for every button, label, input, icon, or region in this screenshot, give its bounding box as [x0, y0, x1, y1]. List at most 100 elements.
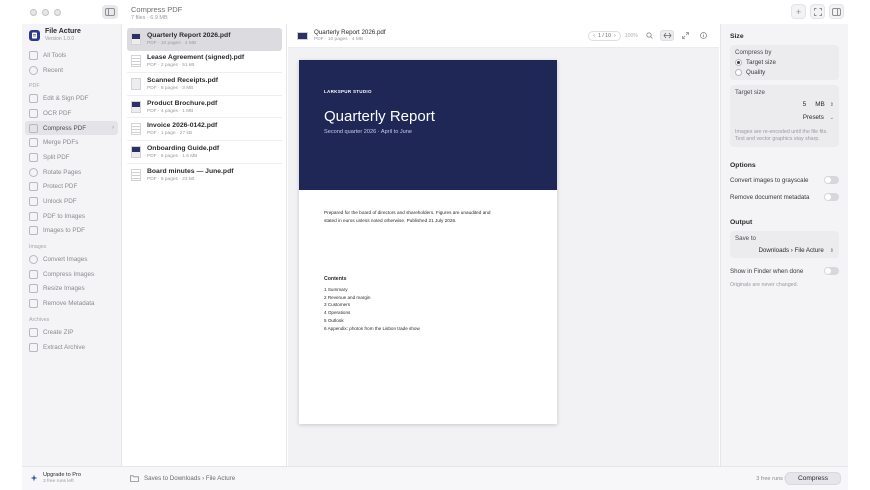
plus-icon: + [795, 6, 802, 17]
chevron-right-icon: › [112, 125, 114, 132]
previous-page-button[interactable]: ‹ [593, 33, 595, 39]
sidebar-item-label: Unlock PDF [43, 198, 77, 206]
scan-icon [813, 7, 822, 16]
sidebar-item-unlock-pdf[interactable]: Unlock PDF [22, 194, 121, 209]
info-button[interactable] [696, 30, 710, 41]
sidebar-item-recent[interactable]: Recent [22, 63, 121, 78]
sidebar-section-pdf: PDF [29, 83, 40, 90]
output-hint: Originals are never changed. [730, 282, 799, 288]
compress-image-icon [29, 269, 38, 279]
app-name: File Acture [45, 28, 81, 35]
radio-label: Quality [746, 69, 766, 76]
target-size-input[interactable]: 5 [803, 101, 807, 108]
file-row[interactable]: Board minutes — June.pdf PDF · 6 pages · … [127, 164, 282, 187]
compress-by-label: Compress by [735, 49, 772, 56]
title-bar: Compress PDF 7 files · 6.9 MB + [0, 0, 870, 24]
file-name: Product Brochure.pdf [147, 99, 218, 107]
zoom-button[interactable] [642, 30, 656, 41]
window-toolbar: + [791, 4, 844, 19]
presets-dropdown[interactable]: Presets [803, 114, 824, 121]
file-name: Onboarding Guide.pdf [147, 144, 220, 152]
chevron-down-icon[interactable]: ⌄ [830, 115, 834, 121]
file-row[interactable]: Onboarding Guide.pdf PDF · 5 pages · 1.6 … [127, 141, 282, 164]
save-to-dropdown[interactable]: Downloads › File Acture [758, 247, 823, 254]
file-row[interactable]: Scanned Receipts.pdf PDF · 8 pages · 3 MB [127, 73, 282, 96]
sidebar-item-compress-pdf[interactable]: Compress PDF › [25, 120, 118, 136]
sidebar-item-create-zip[interactable]: Create ZIP [22, 325, 121, 340]
add-files-button[interactable]: + [791, 4, 806, 19]
next-page-button[interactable]: › [614, 33, 616, 39]
radio-label: Target size [746, 59, 776, 66]
sidebar-toggle-button[interactable] [102, 5, 118, 19]
zoom-window-button[interactable] [54, 9, 61, 16]
sidebar-item-label: Create ZIP [43, 328, 74, 336]
file-name: Quarterly Report 2026.pdf [147, 32, 231, 40]
show-finder-label: Show in Finder when done [730, 267, 804, 275]
sidebar-item-extract-archive[interactable]: Extract Archive [22, 340, 121, 355]
save-to-row: Downloads › File Acture ⇕ [735, 247, 834, 254]
document-studio: LARKSPUR STUDIO [324, 89, 372, 94]
sidebar-item-rotate-pages[interactable]: Rotate Pages [22, 165, 121, 180]
radio-quality[interactable]: Quality [735, 69, 834, 76]
sidebar-section-images: Images [29, 244, 47, 251]
sidebar-item-images-to-pdf[interactable]: Images to PDF [22, 224, 121, 239]
sidebar-item-merge-pdfs[interactable]: Merge PDFs [22, 135, 121, 150]
rotate-icon [29, 167, 38, 177]
saves-to-link[interactable]: Saves to Downloads › File Acture [130, 475, 235, 482]
compress-icon [29, 123, 38, 133]
preview-file-name: Quarterly Report 2026.pdf [314, 29, 386, 36]
compare-icon [662, 32, 672, 39]
show-finder-option: Show in Finder when done [730, 264, 839, 278]
stepper-icon[interactable]: ⇕ [830, 248, 834, 254]
clock-icon [29, 65, 38, 75]
file-meta: PDF · 5 pages · 1.6 MB [147, 153, 198, 159]
lock-icon [29, 182, 38, 192]
file-row[interactable]: Invoice 2026-0142.pdf PDF · 1 page · 27 k… [127, 118, 282, 141]
grayscale-toggle[interactable] [824, 176, 839, 184]
document-title: Quarterly Report [324, 108, 435, 125]
sidebar-item-remove-metadata[interactable]: Remove Metadata [22, 296, 121, 311]
close-window-button[interactable] [30, 9, 37, 16]
bottom-bar: Upgrade to Pro 3 free runs left Saves to… [22, 466, 848, 490]
inspector-toggle-button[interactable] [829, 4, 844, 19]
file-thumbnail [131, 100, 141, 113]
compress-button[interactable]: Compress [785, 472, 841, 485]
sidebar-item-edit-sign-pdf[interactable]: Edit & Sign PDF [22, 91, 121, 106]
metadata-toggle[interactable] [824, 193, 839, 201]
sidebar-item-protect-pdf[interactable]: Protect PDF [22, 180, 121, 195]
save-to-label: Save to [735, 235, 756, 242]
merge-icon [29, 138, 38, 148]
sidebar-item-ocr-pdf[interactable]: OCR PDF [22, 106, 121, 121]
target-size-unit[interactable]: MB [815, 101, 825, 108]
file-row[interactable]: Quarterly Report 2026.pdf PDF · 10 pages … [127, 28, 282, 51]
file-row[interactable]: Product Brochure.pdf PDF · 4 pages · 1 MB [127, 96, 282, 119]
app-logo [29, 29, 40, 41]
compare-toggle-button[interactable] [660, 30, 674, 41]
sidebar-item-resize-images[interactable]: Resize Images [22, 282, 121, 297]
sidebar-item-split-pdf[interactable]: Split PDF [22, 150, 121, 165]
scan-button[interactable] [810, 4, 825, 19]
sidebar-item-label: Rotate Pages [43, 168, 82, 176]
app-version: Version 1.0.0 [45, 36, 75, 42]
image-icon [29, 211, 38, 221]
sidebar-item-label: Recent [43, 66, 63, 74]
sidebar-item-label: Resize Images [43, 285, 85, 293]
sidebar-item-all-tools[interactable]: All Tools [22, 48, 121, 63]
sparkle-icon [30, 474, 38, 482]
fit-page-button[interactable] [678, 30, 692, 41]
document-cover: LARKSPUR STUDIO Quarterly Report Second … [299, 60, 557, 190]
sidebar-item-label: Extract Archive [43, 343, 85, 351]
minimize-window-button[interactable] [42, 9, 49, 16]
size-hint: Images are re-encoded until the file fit… [735, 129, 828, 142]
sidebar-item-convert-images[interactable]: Convert Images [22, 252, 121, 267]
radio-target-size[interactable]: Target size [735, 59, 834, 66]
file-row[interactable]: Lease Agreement (signed).pdf PDF · 2 page… [127, 51, 282, 74]
show-finder-toggle[interactable] [824, 267, 839, 275]
file-meta: PDF · 6 pages · 23 kB [147, 176, 195, 182]
sidebar-item-compress-images[interactable]: Compress Images [22, 267, 121, 282]
sidebar-item-pdf-to-images[interactable]: PDF to Images [22, 209, 121, 224]
file-meta: PDF · 4 pages · 1 MB [147, 108, 194, 114]
unit-stepper-icon[interactable]: ⇕ [830, 102, 834, 108]
pen-icon [29, 94, 38, 104]
upgrade-button[interactable]: Upgrade to Pro 3 free runs left [30, 472, 81, 484]
